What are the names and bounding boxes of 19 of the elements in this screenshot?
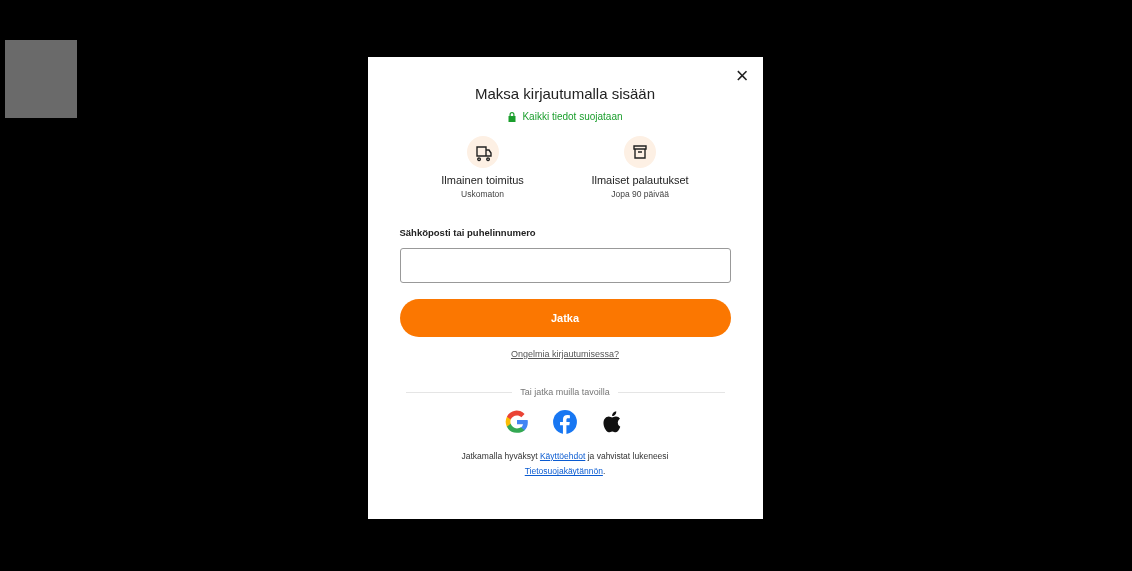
divider-text: Tai jatka muilla tavoilla [520, 387, 610, 397]
help-link[interactable]: Ongelmia kirjautumisessa? [510, 349, 619, 359]
benefit-title: Ilmaiset palautukset [591, 174, 689, 186]
facebook-icon[interactable] [552, 409, 578, 435]
truck-icon [466, 136, 499, 168]
benefit-subtitle: Uskomaton [461, 189, 505, 199]
dialog-title: Maksa kirjautumalla sisään [474, 85, 656, 102]
terms-text: Jatkamalla hyväksyt Käyttöehdot ja vahvistat lukeneesi Tietosuojakäytännön. [461, 450, 669, 479]
lock-icon [507, 111, 518, 122]
google-icon[interactable] [504, 409, 530, 435]
box-icon [624, 136, 657, 168]
benefit-title: Ilmainen toimitus [441, 174, 524, 186]
close-button[interactable]: × [731, 63, 753, 89]
privacy-link[interactable]: Tietosuojakäytännön [524, 466, 603, 477]
terms-link[interactable]: Käyttöehdot [539, 451, 586, 461]
secure-note: Kaikki tiedot suojataan [522, 111, 623, 122]
benefit-subtitle: Jopa 90 päivää [611, 189, 669, 199]
email-field[interactable] [399, 248, 731, 283]
field-label: Sähköposti tai puhelinnumero [399, 227, 536, 238]
